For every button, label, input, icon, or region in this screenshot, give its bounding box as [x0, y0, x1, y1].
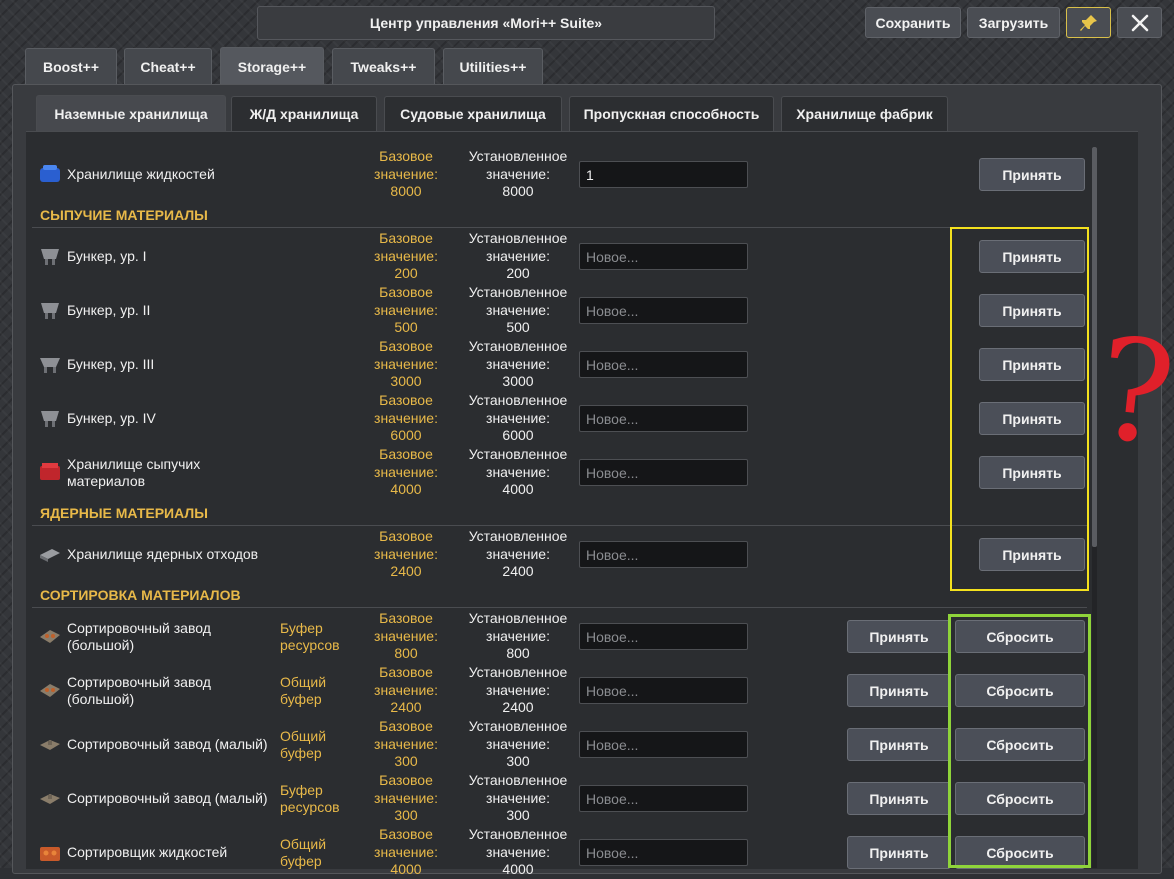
base-value-nuclear-waste: Базовое значение: 2400 [374, 528, 438, 579]
pin-icon [1079, 14, 1097, 31]
pin-button[interactable] [1066, 7, 1111, 38]
base-value-sorting-small-1: Базовое значение: 300 [374, 718, 438, 769]
section-nuclear-materials: ЯДЕРНЫЕ МАТЕРИАЛЫ [40, 505, 208, 521]
new-value-input-bunker-1[interactable] [579, 243, 748, 270]
set-value-bunker-3: Установленное значение: 3000 [468, 338, 568, 389]
tab-utilities[interactable]: Utilities++ [443, 48, 543, 84]
new-value-input-bunker-3[interactable] [579, 351, 748, 378]
set-value-sorting-small-1: Установленное значение: 300 [468, 718, 568, 769]
section-material-sorting: СОРТИРОВКА МАТЕРИАЛОВ [40, 587, 241, 603]
row-name-sorting-small-2: Сортировочный завод (малый) [67, 790, 268, 806]
sorting-plant-icon [40, 630, 60, 643]
bunker-icon [41, 411, 59, 427]
tab-boost[interactable]: Boost++ [25, 48, 117, 84]
accept-button-sorting-large-2[interactable]: Принять [847, 674, 951, 707]
set-value-nuclear-waste: Установленное значение: 2400 [468, 528, 568, 579]
bunker-icon [41, 303, 59, 319]
row-name-bunker-2: Бункер, ур. II [67, 302, 151, 318]
buffer-type-sorting-small-1: Общий буфер [280, 728, 327, 761]
row-name-sorting-large-1: Сортировочный завод (большой) [67, 620, 211, 653]
section-bulk-materials: СЫПУЧИЕ МАТЕРИАЛЫ [40, 207, 208, 223]
set-value-bunker-2: Установленное значение: 500 [468, 284, 568, 335]
set-value-sorting-large-2: Установленное значение: 2400 [468, 664, 568, 715]
buffer-type-sorting-small-2: Буфер ресурсов [280, 782, 340, 815]
base-value-bunker-1: Базовое значение: 200 [374, 230, 438, 281]
set-value-liquid-sorter: Установленное значение: 4000 [468, 826, 568, 877]
row-name-bunker-4: Бункер, ур. IV [67, 410, 156, 426]
row-name-sorting-large-2: Сортировочный завод (большой) [67, 674, 211, 707]
new-value-input-nuclear-waste[interactable] [579, 541, 748, 568]
base-value-liquid: Базовое значение: 8000 [374, 148, 438, 199]
save-button[interactable]: Сохранить [865, 7, 961, 38]
bunker-icon [40, 358, 60, 373]
new-value-input-sorting-large-2[interactable] [579, 677, 748, 704]
base-value-liquid-sorter: Базовое значение: 4000 [374, 826, 438, 877]
new-value-input-bulk-storage[interactable] [579, 459, 748, 486]
set-value-sorting-large-1: Установленное значение: 800 [468, 610, 568, 661]
subtab-ground-storage[interactable]: Наземные хранилища [36, 95, 226, 132]
accept-button-liquid-sorter[interactable]: Принять [847, 836, 951, 869]
tab-cheat[interactable]: Cheat++ [124, 48, 212, 84]
nuclear-storage-icon [40, 549, 60, 562]
subtab-throughput[interactable]: Пропускная способность [569, 96, 774, 131]
base-value-bunker-4: Базовое значение: 6000 [374, 392, 438, 443]
base-value-bunker-3: Базовое значение: 3000 [374, 338, 438, 389]
liquid-tank-icon [40, 165, 60, 182]
section-divider [32, 607, 1087, 608]
base-value-sorting-large-2: Базовое значение: 2400 [374, 664, 438, 715]
green-highlight-box [948, 614, 1091, 868]
sorting-plant-small-icon [40, 740, 60, 750]
buffer-type-sorting-large-1: Буфер ресурсов [280, 620, 340, 653]
row-name-bulk-storage: Хранилище сыпучих материалов [67, 456, 201, 489]
row-name-bunker-3: Бункер, ур. III [67, 356, 155, 372]
subtab-factory-storage[interactable]: Хранилище фабрик [781, 96, 948, 131]
bulk-storage-icon [40, 463, 60, 480]
new-value-input-bunker-2[interactable] [579, 297, 748, 324]
accept-button-sorting-large-1[interactable]: Принять [847, 620, 951, 653]
question-mark-annotation: ? [1089, 307, 1174, 478]
accept-button-sorting-small-1[interactable]: Принять [847, 728, 951, 761]
row-name-bunker-1: Бункер, ур. I [67, 248, 147, 264]
set-value-bulk-storage: Установленное значение: 4000 [468, 446, 568, 497]
set-value-bunker-1: Установленное значение: 200 [468, 230, 568, 281]
load-button[interactable]: Загрузить [967, 7, 1060, 38]
close-button[interactable] [1117, 7, 1162, 38]
tab-storage[interactable]: Storage++ [220, 47, 324, 85]
new-value-input-bunker-4[interactable] [579, 405, 748, 432]
sorting-plant-small-icon [40, 794, 60, 804]
new-value-input-liquid[interactable] [579, 161, 748, 188]
close-icon [1131, 14, 1148, 31]
scrollbar-thumb[interactable] [1092, 147, 1097, 547]
new-value-input-liquid-sorter[interactable] [579, 839, 748, 866]
section-divider [32, 227, 1087, 228]
new-value-input-sorting-small-2[interactable] [579, 785, 748, 812]
yellow-highlight-box [950, 227, 1089, 591]
liquid-sorter-icon [40, 847, 60, 861]
section-divider [32, 525, 1087, 526]
subtab-ship-storage[interactable]: Судовые хранилища [384, 96, 562, 131]
tab-tweaks[interactable]: Tweaks++ [332, 48, 435, 84]
set-value-sorting-small-2: Установленное значение: 300 [468, 772, 568, 823]
base-value-bunker-2: Базовое значение: 500 [374, 284, 438, 335]
base-value-sorting-large-1: Базовое значение: 800 [374, 610, 438, 661]
buffer-type-sorting-large-2: Общий буфер [280, 674, 327, 707]
window-title: Центр управления «Mori++ Suite» [257, 6, 715, 40]
accept-button-sorting-small-2[interactable]: Принять [847, 782, 951, 815]
row-name-liquid-sorter: Сортировщик жидкостей [67, 844, 228, 860]
row-name-liquid: Хранилище жидкостей [67, 166, 215, 182]
base-value-bulk-storage: Базовое значение: 4000 [374, 446, 438, 497]
sorting-plant-icon [40, 684, 60, 697]
set-value-bunker-4: Установленное значение: 6000 [468, 392, 568, 443]
buffer-type-liquid-sorter: Общий буфер [280, 836, 327, 869]
row-name-nuclear-waste: Хранилище ядерных отходов [67, 546, 259, 562]
row-name-sorting-small-1: Сортировочный завод (малый) [67, 736, 268, 752]
new-value-input-sorting-small-1[interactable] [579, 731, 748, 758]
accept-button-liquid[interactable]: Принять [979, 158, 1085, 191]
base-value-sorting-small-2: Базовое значение: 300 [374, 772, 438, 823]
bunker-icon [41, 249, 59, 265]
set-value-liquid: Установленное значение: 8000 [468, 148, 568, 199]
subtab-rail-storage[interactable]: Ж/Д хранилища [231, 96, 377, 131]
new-value-input-sorting-large-1[interactable] [579, 623, 748, 650]
